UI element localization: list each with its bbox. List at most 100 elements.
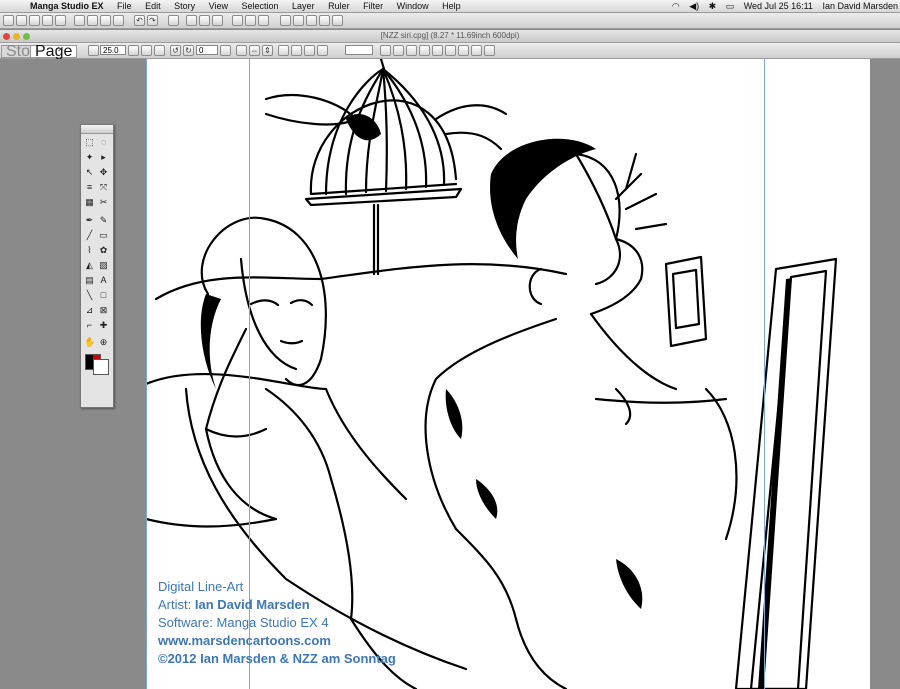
close-icon[interactable] <box>3 33 10 40</box>
print-icon[interactable] <box>55 15 66 26</box>
marker-mode-icon[interactable] <box>406 45 417 56</box>
panel-tool-icon[interactable]: ▦ <box>84 197 95 208</box>
layer-palette-icon[interactable] <box>232 15 243 26</box>
zoom-out-icon[interactable] <box>88 45 99 56</box>
zoom-tool-icon[interactable]: ⊕ <box>98 337 109 348</box>
rotate-left-icon[interactable]: ↺ <box>170 45 181 56</box>
line-tool-icon[interactable]: ╲ <box>84 290 95 301</box>
eraser-tool-icon[interactable]: ▭ <box>98 230 109 241</box>
snap-icon[interactable] <box>291 45 302 56</box>
fit-page-icon[interactable] <box>141 45 152 56</box>
close-tab-icon[interactable]: ✕ <box>55 45 66 56</box>
menu-window[interactable]: Window <box>397 1 429 11</box>
rotation-stepper-icon[interactable] <box>220 45 231 56</box>
layer-move-tool-icon[interactable]: ≡ <box>84 182 95 193</box>
menubar-clock[interactable]: Wed Jul 25 16:11 <box>744 1 813 11</box>
perspective-tool-icon[interactable]: ⊠ <box>98 305 109 316</box>
properties-palette-icon[interactable] <box>245 15 256 26</box>
pattern-mode-icon[interactable] <box>484 45 495 56</box>
color-tool-icon[interactable]: ✚ <box>98 320 109 331</box>
manga-page[interactable]: Digital Line-Art Artist: Ian David Marsd… <box>146 59 870 689</box>
tools-palette-titlebar[interactable] <box>81 125 113 134</box>
select-tool-icon[interactable]: ▸ <box>98 152 109 163</box>
marker-tool-icon[interactable]: ╱ <box>84 230 95 241</box>
transform-tool-icon[interactable]: ⤧ <box>98 182 109 193</box>
menu-layer[interactable]: Layer <box>292 1 315 11</box>
cut-tool-icon[interactable]: ✂ <box>98 197 109 208</box>
story-view-icon[interactable] <box>199 15 210 26</box>
fill-mode-icon[interactable] <box>458 45 469 56</box>
open-icon[interactable] <box>29 15 40 26</box>
save-icon[interactable] <box>42 15 53 26</box>
move-tool-icon[interactable]: ✥ <box>98 167 109 178</box>
volume-icon[interactable]: ◀) <box>689 1 699 11</box>
app-menu[interactable]: Manga Studio EX <box>30 1 104 11</box>
magic-wand-tool-icon[interactable]: ✦ <box>84 152 95 163</box>
eraser-mode-icon[interactable] <box>432 45 443 56</box>
pen-mode-icon[interactable] <box>380 45 391 56</box>
fill-tool-icon[interactable]: ◭ <box>84 260 95 271</box>
copy-icon[interactable] <box>87 15 98 26</box>
hand-tool-icon[interactable]: ✋ <box>84 337 95 348</box>
history-icon[interactable] <box>332 15 343 26</box>
menu-filter[interactable]: Filter <box>363 1 383 11</box>
tone-mode-icon[interactable] <box>445 45 456 56</box>
color-swatch-background[interactable] <box>93 359 109 375</box>
actual-size-icon[interactable] <box>154 45 165 56</box>
navigator-palette-icon[interactable] <box>258 15 269 26</box>
redo-icon[interactable]: ↷ <box>147 15 158 26</box>
gradient-tool-icon[interactable]: ▤ <box>84 275 95 286</box>
pencil-mode-icon[interactable] <box>393 45 404 56</box>
bluetooth-icon[interactable]: ✱ <box>709 1 717 11</box>
rotate-right-icon[interactable]: ↻ <box>183 45 194 56</box>
minimize-icon[interactable] <box>13 33 20 40</box>
gradient-mode-icon[interactable] <box>471 45 482 56</box>
tab-page[interactable]: Page <box>30 44 78 60</box>
menu-selection[interactable]: Selection <box>242 1 279 11</box>
tone-tool-icon[interactable]: ▨ <box>98 260 109 271</box>
battery-icon[interactable]: ▭ <box>726 1 735 11</box>
grid-icon[interactable] <box>304 45 315 56</box>
zoom-field[interactable]: 25.0 <box>100 45 126 55</box>
brush-mode-icon[interactable] <box>419 45 430 56</box>
brush-tool-icon[interactable]: ⌇ <box>84 245 95 256</box>
menu-story[interactable]: Story <box>174 1 195 11</box>
paste-icon[interactable] <box>100 15 111 26</box>
menu-file[interactable]: File <box>117 1 132 11</box>
pen-tool-icon[interactable]: ✒ <box>84 215 95 226</box>
undo-icon[interactable]: ↶ <box>134 15 145 26</box>
folder-icon[interactable] <box>280 15 291 26</box>
menu-ruler[interactable]: Ruler <box>328 1 350 11</box>
flip-vertical-icon[interactable]: ⇕ <box>262 45 273 56</box>
menubar-user[interactable]: Ian David Marsden <box>822 1 898 11</box>
rectangle-tool-icon[interactable]: □ <box>98 290 109 301</box>
actions-icon[interactable] <box>319 15 330 26</box>
pencil-tool-icon[interactable]: ✎ <box>98 215 109 226</box>
new-page-icon[interactable] <box>3 15 14 26</box>
reset-rotation-icon[interactable] <box>236 45 247 56</box>
zoom-icon[interactable] <box>23 33 30 40</box>
rotation-field[interactable]: 0 <box>196 45 218 55</box>
wifi-icon[interactable]: ◠ <box>672 1 680 11</box>
canvas-area[interactable]: Digital Line-Art Artist: Ian David Marsd… <box>0 59 900 689</box>
lasso-tool-icon[interactable]: ◌ <box>98 137 109 148</box>
new-story-icon[interactable] <box>16 15 27 26</box>
zoom-stepper-icon[interactable] <box>128 45 139 56</box>
ruler-tool-icon[interactable]: ⊿ <box>84 305 95 316</box>
trash-icon[interactable] <box>113 15 124 26</box>
tones-icon[interactable] <box>306 15 317 26</box>
menu-help[interactable]: Help <box>442 1 461 11</box>
fit-view-icon[interactable] <box>212 15 223 26</box>
menu-edit[interactable]: Edit <box>145 1 161 11</box>
guide-line-inner-right[interactable] <box>764 59 765 689</box>
page-view-icon[interactable] <box>168 15 179 26</box>
text-tool-icon[interactable]: A <box>98 275 109 286</box>
object-tool-icon[interactable]: ↖ <box>84 167 95 178</box>
guide-icon[interactable] <box>278 45 289 56</box>
guide-line-left[interactable] <box>146 59 147 689</box>
spread-view-icon[interactable] <box>186 15 197 26</box>
materials-icon[interactable] <box>293 15 304 26</box>
menu-view[interactable]: View <box>209 1 228 11</box>
ruler-icon[interactable] <box>317 45 328 56</box>
eyedropper-tool-icon[interactable]: ⌐ <box>84 320 95 331</box>
